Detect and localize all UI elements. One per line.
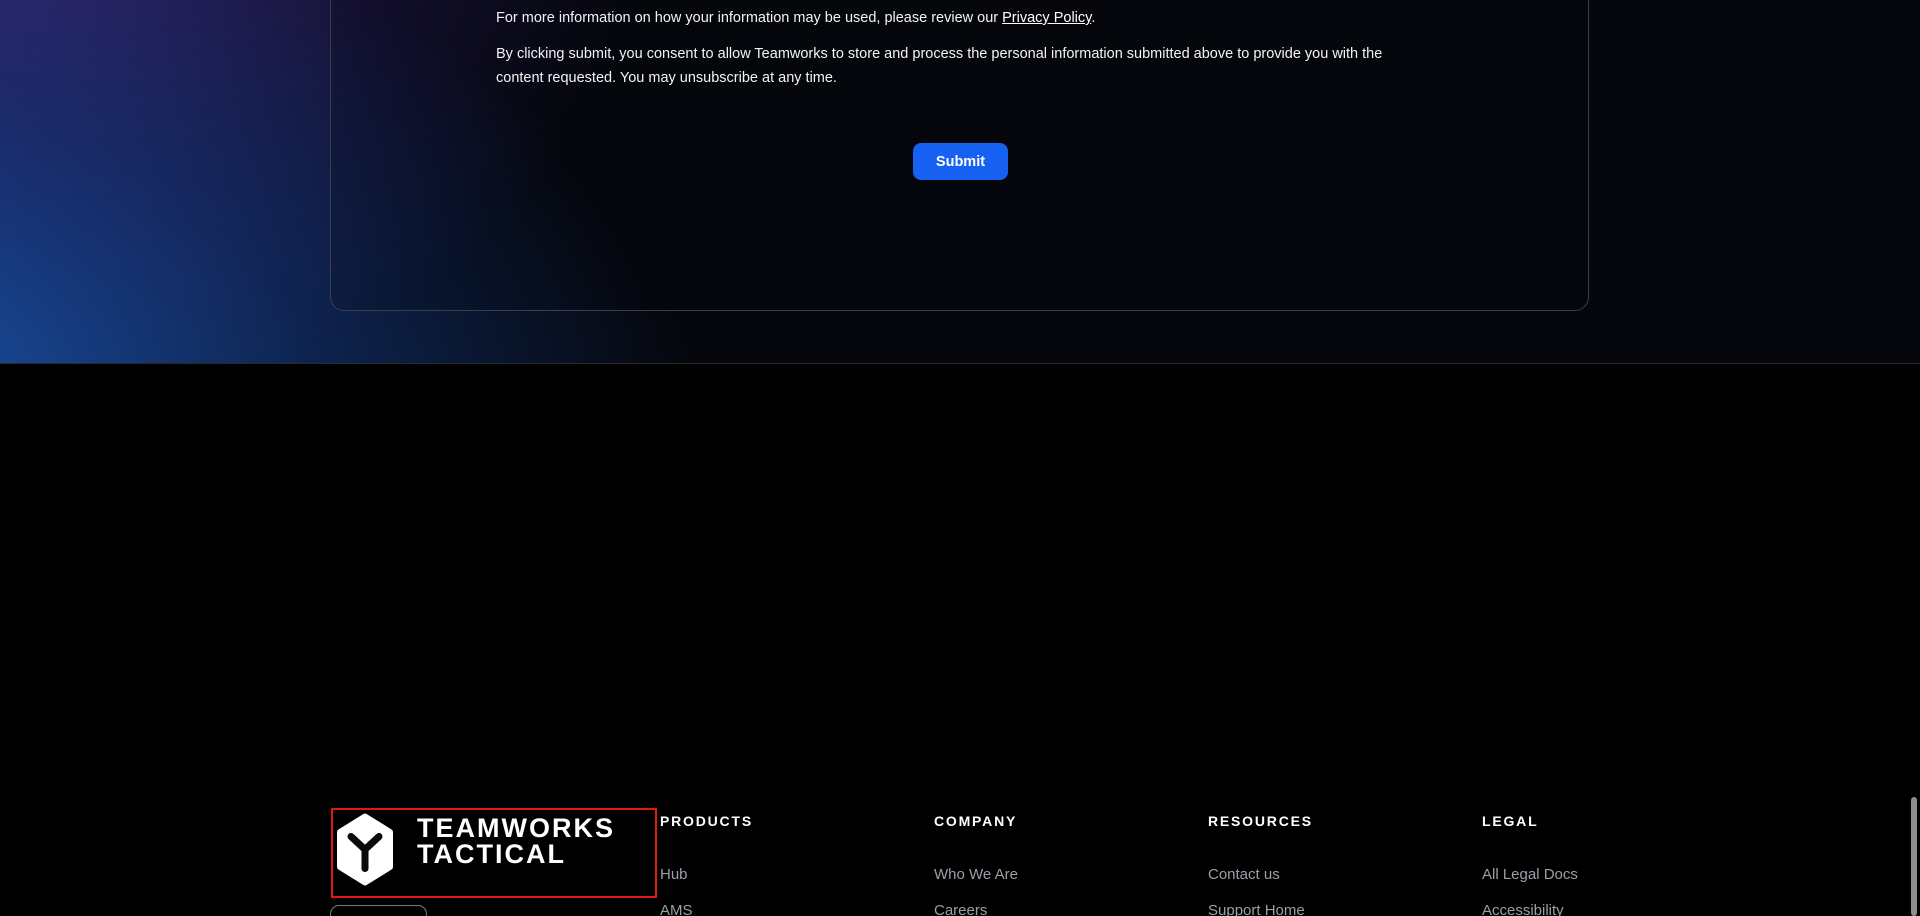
- footer-link-all-legal-docs[interactable]: All Legal Docs: [1482, 867, 1756, 882]
- form-disclaimer: For more information on how your informa…: [496, 6, 1396, 90]
- consent-notice: By clicking submit, you consent to allow…: [496, 42, 1396, 90]
- brand-logo[interactable]: TEAMWORKS TACTICAL: [335, 813, 615, 891]
- footer-link-accessibility[interactable]: Accessibility: [1482, 903, 1756, 916]
- privacy-policy-link[interactable]: Privacy Policy: [1002, 10, 1091, 26]
- footer-column-legal: LEGALAll Legal DocsAccessibilityPrivacy …: [1482, 813, 1756, 916]
- footer-link-contact-us[interactable]: Contact us: [1208, 867, 1482, 882]
- footer-link-hub[interactable]: Hub: [660, 867, 934, 882]
- site-footer: TEAMWORKS TACTICAL SIGN IN (202) 875-893…: [0, 363, 1920, 916]
- privacy-notice-line: For more information on how your informa…: [496, 6, 1396, 30]
- footer-column-header: LEGAL: [1482, 813, 1756, 829]
- submit-button[interactable]: Submit: [913, 143, 1008, 180]
- privacy-notice-prefix: For more information on how your informa…: [496, 10, 1002, 26]
- page: For more information on how your informa…: [0, 0, 1920, 916]
- footer-column-header: RESOURCES: [1208, 813, 1482, 829]
- footer-link-columns: PRODUCTSHubAMSNutritionCOMPANYWho We Are…: [660, 813, 1756, 916]
- footer-column-header: PRODUCTS: [660, 813, 934, 829]
- teamworks-hexagon-logo-icon: [335, 813, 395, 891]
- footer-column-products: PRODUCTSHubAMSNutrition: [660, 813, 934, 916]
- footer-link-who-we-are[interactable]: Who We Are: [934, 867, 1208, 882]
- brand-wordmark-line1: TEAMWORKS: [417, 815, 615, 841]
- footer-column-resources: RESOURCESContact usSupport HomeLearning …: [1208, 813, 1482, 916]
- footer-column-header: COMPANY: [934, 813, 1208, 829]
- footer-link-support-home[interactable]: Support Home: [1208, 903, 1482, 916]
- brand-wordmark: TEAMWORKS TACTICAL: [417, 815, 615, 867]
- footer-link-ams[interactable]: AMS: [660, 903, 934, 916]
- vertical-scrollbar-thumb[interactable]: [1911, 797, 1917, 916]
- sign-in-button[interactable]: SIGN IN: [330, 905, 427, 916]
- footer-column-company: COMPANY Who We Are Careers: [934, 813, 1208, 916]
- brand-wordmark-line2: TACTICAL: [417, 841, 615, 867]
- footer-link-careers[interactable]: Careers: [934, 903, 1208, 916]
- privacy-notice-suffix: .: [1091, 10, 1095, 26]
- contact-form-section: For more information on how your informa…: [0, 0, 1920, 363]
